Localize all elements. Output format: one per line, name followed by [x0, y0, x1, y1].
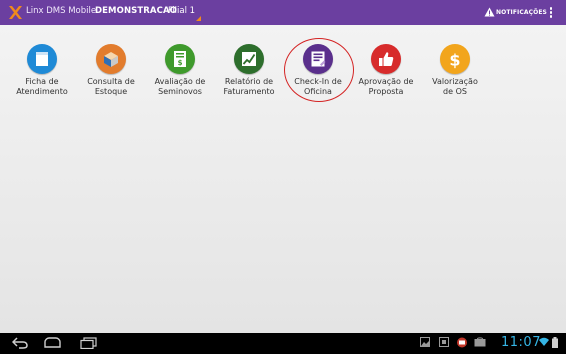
notifications-label: NOTIFICAÇÕES	[496, 9, 547, 16]
mail-notification-icon	[457, 337, 467, 348]
tile-valorizacao-de-os[interactable]: $ Valorização de OS	[420, 44, 490, 97]
box-icon	[96, 44, 126, 74]
dollar-icon: $	[440, 44, 470, 74]
system-navigation-bar: 11:07	[0, 333, 566, 354]
app-header: Linx DMS Mobile DEMONSTRACAO Filial 1 NO…	[0, 0, 566, 25]
tile-label: Aprovação de Proposta	[358, 77, 414, 96]
linx-logo-icon	[9, 6, 22, 19]
branch-selector[interactable]: Filial 1	[168, 6, 202, 21]
battery-icon	[552, 337, 558, 348]
tile-avaliacao-de-seminovos[interactable]: $ Avaliação de Seminovos	[145, 44, 215, 97]
tile-label: Relatório de Faturamento	[223, 77, 275, 96]
gallery-notification-icon	[420, 337, 430, 347]
store-notification-icon	[474, 337, 486, 347]
form-icon	[27, 44, 57, 74]
branch-label: Filial 1	[168, 6, 196, 16]
overflow-menu-icon[interactable]	[549, 7, 553, 19]
thumbs-up-icon	[371, 44, 401, 74]
tile-consulta-de-estoque[interactable]: Consulta de Estoque	[76, 44, 146, 97]
tile-label: Ficha de Atendimento	[16, 77, 68, 96]
app-title: Linx DMS Mobile	[26, 6, 97, 16]
company-selector[interactable]: DEMONSTRACAO	[95, 6, 177, 16]
app-notification-icon	[439, 337, 449, 347]
dropdown-corner-icon	[196, 16, 202, 21]
clock: 11:07	[501, 335, 541, 350]
svg-text:$: $	[449, 51, 460, 70]
back-icon[interactable]	[12, 337, 28, 349]
dollar-document-icon: $	[165, 44, 195, 74]
tile-relatorio-de-faturamento[interactable]: Relatório de Faturamento	[214, 44, 284, 97]
recent-apps-icon[interactable]	[80, 337, 97, 349]
tile-aprovacao-de-proposta[interactable]: Aprovação de Proposta	[351, 44, 421, 97]
tile-label: Avaliação de Seminovos	[154, 77, 206, 96]
svg-text:$: $	[178, 59, 183, 67]
chart-icon	[234, 44, 264, 74]
home-icon[interactable]	[44, 337, 61, 348]
highlight-circle	[284, 38, 354, 102]
tile-label: Valorização de OS	[432, 77, 478, 96]
module-launcher: Ficha de Atendimento Consulta de Estoque…	[0, 25, 566, 333]
wifi-icon	[539, 337, 549, 346]
tile-ficha-de-atendimento[interactable]: Ficha de Atendimento	[7, 44, 77, 97]
tile-label: Consulta de Estoque	[87, 77, 135, 96]
warning-icon	[484, 7, 495, 17]
